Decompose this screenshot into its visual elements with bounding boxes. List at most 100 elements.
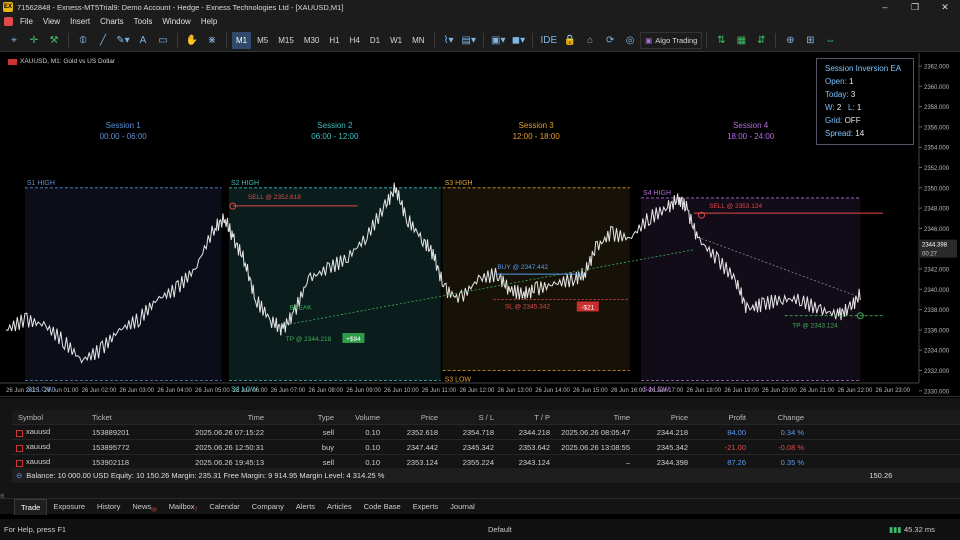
trade-exit-label: SL @ 2345.342 bbox=[505, 303, 550, 310]
template-icon[interactable]: ▤▾ bbox=[460, 32, 478, 49]
connection-icon: ▮▮▮ bbox=[889, 525, 902, 534]
time-tick-label: 26 Jun 17:00 bbox=[649, 388, 684, 394]
tab-calendar[interactable]: Calendar bbox=[203, 499, 245, 515]
balance-row: ⊖ Balance: 10 000.00 USD Equity: 10 150.… bbox=[12, 468, 960, 483]
tab-badge: 99 bbox=[151, 507, 157, 513]
autoscroll-icon[interactable]: ⇔ bbox=[821, 32, 839, 49]
cell-ticket: 153895772 bbox=[92, 442, 130, 452]
timeframe-m1[interactable]: M1 bbox=[232, 31, 252, 49]
session-box bbox=[229, 187, 441, 381]
column-header[interactable]: Type bbox=[264, 413, 334, 422]
label-icon[interactable]: ▭ bbox=[154, 32, 172, 49]
menu-tools[interactable]: Tools bbox=[129, 17, 158, 26]
tab-articles[interactable]: Articles bbox=[321, 499, 358, 515]
menu-file[interactable]: File bbox=[15, 17, 38, 26]
algo-trading-button[interactable]: ▣ Algo Trading bbox=[640, 31, 703, 49]
grid-icon[interactable]: ⊞ bbox=[801, 32, 819, 49]
chart-type-icon[interactable]: ⌇▾ bbox=[440, 32, 458, 49]
tab-history[interactable]: History bbox=[91, 499, 126, 515]
ide-button[interactable]: IDE bbox=[538, 32, 559, 49]
new-order-icon[interactable]: ⇅ bbox=[712, 32, 730, 49]
time-tick-label: 26 Jun 10:00 bbox=[384, 388, 419, 394]
tab-news[interactable]: News99 bbox=[126, 499, 162, 515]
cursor-icon[interactable]: ⌖ bbox=[5, 32, 23, 49]
position-row[interactable]: xauusd 153889201 2025.06.26 07:15:22 sell 0.… bbox=[12, 425, 960, 440]
column-header[interactable]: Price bbox=[380, 413, 438, 422]
trendline-icon[interactable]: ╱ bbox=[94, 32, 112, 49]
column-header[interactable]: Time bbox=[192, 413, 264, 422]
column-header[interactable]: Volume bbox=[334, 413, 380, 422]
cell-price: 2352.618 bbox=[406, 427, 438, 437]
column-header[interactable]: Profit bbox=[688, 413, 746, 422]
cell-tp: 2343.124 bbox=[518, 457, 550, 467]
close-button[interactable]: ✕ bbox=[930, 0, 960, 14]
menu-insert[interactable]: Insert bbox=[65, 17, 95, 26]
maximize-button[interactable]: ❐ bbox=[900, 0, 930, 14]
menu-view[interactable]: View bbox=[38, 17, 65, 26]
vertical-line-icon[interactable]: ⦶ bbox=[74, 32, 92, 49]
tab-mailbox[interactable]: Mailbox7 bbox=[163, 499, 204, 515]
timeframe-m5[interactable]: M5 bbox=[253, 32, 272, 49]
lock-icon[interactable]: 🔒 bbox=[561, 32, 579, 49]
ea-spread-row: Spread: 14 bbox=[825, 129, 865, 138]
timeframe-m30[interactable]: M30 bbox=[300, 32, 324, 49]
column-header[interactable]: T / P bbox=[494, 413, 550, 422]
column-header[interactable]: Time bbox=[550, 413, 630, 422]
tab-label: News bbox=[132, 501, 152, 511]
timeframe-w1[interactable]: W1 bbox=[386, 32, 406, 49]
signal-icon[interactable]: ⌂ bbox=[581, 32, 599, 49]
price-tick-label: 2338.000 bbox=[924, 308, 950, 314]
indicator-icon[interactable]: ⋇ bbox=[203, 32, 221, 49]
column-header[interactable]: Change bbox=[746, 413, 804, 422]
ea-title: Session Inversion EA bbox=[825, 64, 902, 73]
depth-of-market-icon[interactable]: ▦ bbox=[732, 32, 750, 49]
tab-alerts[interactable]: Alerts bbox=[290, 499, 321, 515]
session-high-label: S1 HIGH bbox=[27, 180, 55, 187]
timeframe-mn[interactable]: MN bbox=[408, 32, 428, 49]
column-header[interactable]: Symbol bbox=[12, 413, 92, 422]
one-click-icon[interactable]: ⇵ bbox=[752, 32, 770, 49]
hammer-icon[interactable]: ⚒ bbox=[45, 32, 63, 49]
timeframe-d1[interactable]: D1 bbox=[366, 32, 384, 49]
ea-open-row: Open: 1 bbox=[825, 77, 854, 86]
tab-code-base[interactable]: Code Base bbox=[358, 499, 407, 515]
menu-window[interactable]: Window bbox=[157, 17, 195, 26]
tab-label: Articles bbox=[327, 501, 352, 511]
time-tick-label: 26 Jun 03:00 bbox=[119, 388, 154, 394]
tab-trade[interactable]: Trade bbox=[14, 498, 48, 515]
hand-icon[interactable]: ✋ bbox=[183, 32, 201, 49]
price-tick-label: 2332.000 bbox=[924, 369, 950, 375]
tab-exposure[interactable]: Exposure bbox=[47, 499, 91, 515]
globe-icon[interactable]: ◎ bbox=[621, 32, 639, 49]
timeframe-h4[interactable]: H4 bbox=[346, 32, 364, 49]
pencil-icon[interactable]: ✎▾ bbox=[114, 32, 132, 49]
chart-window-icon[interactable] bbox=[4, 17, 13, 26]
trade-entry-label: SELL @ 2353.124 bbox=[709, 203, 762, 210]
cell-profit: 84.00 bbox=[727, 427, 746, 437]
market-icon[interactable]: ⟳ bbox=[601, 32, 619, 49]
symbol-column: xauusd bbox=[12, 442, 92, 453]
text-icon[interactable]: A bbox=[134, 32, 152, 49]
menu-charts[interactable]: Charts bbox=[95, 17, 129, 26]
crosshair-icon[interactable]: ✛ bbox=[25, 32, 43, 49]
period-icon[interactable]: ▣▾ bbox=[489, 32, 507, 49]
cell-price: 2344.218 bbox=[656, 427, 688, 437]
tab-label: Trade bbox=[21, 502, 41, 512]
tab-journal[interactable]: Journal bbox=[444, 499, 481, 515]
timeframe-h1[interactable]: H1 bbox=[325, 32, 343, 49]
zoom-in-icon[interactable]: ⊕ bbox=[781, 32, 799, 49]
column-header[interactable]: S / L bbox=[438, 413, 494, 422]
color-icon[interactable]: ◼▾ bbox=[509, 32, 527, 49]
tab-company[interactable]: Company bbox=[246, 499, 290, 515]
column-header[interactable]: Price bbox=[630, 413, 688, 422]
chart-area[interactable]: Session 1 00:00 - 06:00 S1 HIGH S1 LOW Sessi… bbox=[0, 53, 960, 397]
timeframe-m15[interactable]: M15 bbox=[274, 32, 298, 49]
menu-help[interactable]: Help bbox=[196, 17, 222, 26]
column-header[interactable]: Ticket bbox=[92, 413, 192, 422]
tab-badge: 7 bbox=[194, 507, 198, 513]
position-row[interactable]: xauusd 153895772 2025.06.26 12:50:31 buy 0.1… bbox=[12, 440, 960, 455]
time-tick-label: 26 Jun 20:00 bbox=[762, 388, 797, 394]
minimize-button[interactable]: – bbox=[870, 0, 900, 14]
tab-experts[interactable]: Experts bbox=[407, 499, 444, 515]
status-profile[interactable]: Default bbox=[488, 525, 512, 534]
